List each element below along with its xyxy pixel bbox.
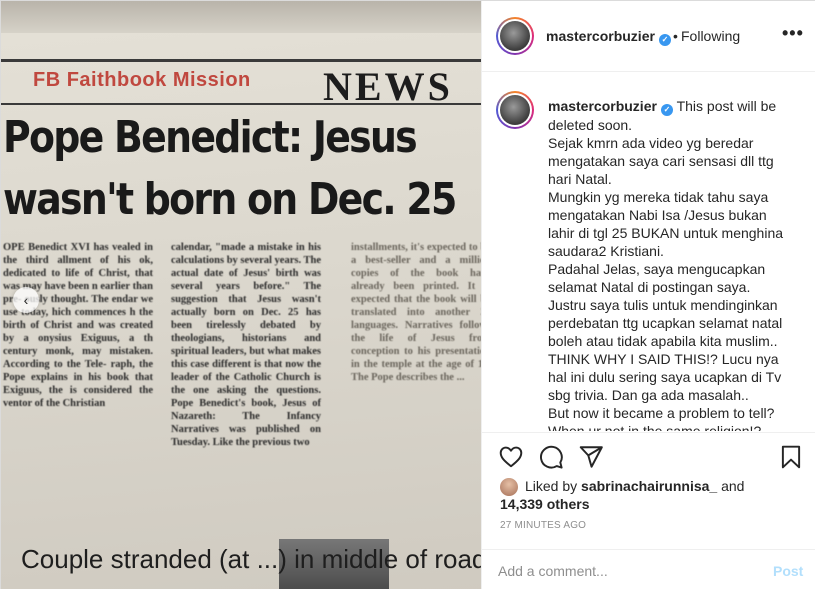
likes-count-link[interactable]: 14,339 others: [500, 495, 590, 513]
username-text[interactable]: mastercorbuzier: [546, 28, 655, 44]
caption-paragraph: But now it became a problem to tell?: [548, 405, 775, 421]
post-timestamp[interactable]: 27 MINUTES AGO: [500, 520, 586, 531]
post-caption: mastercorbuzier ✓ This post will be delet…: [548, 97, 788, 431]
avatar[interactable]: [496, 17, 534, 55]
bookmark-icon[interactable]: [778, 444, 804, 470]
caption-paragraph: Mungkin yg mereka tidak tahu saya mengat…: [548, 189, 784, 259]
post-comment-button[interactable]: Post: [773, 563, 803, 579]
caption-paragraph: Padahal Jelas, saya mengucapkan selamat …: [548, 261, 766, 295]
liker-avatar[interactable]: [500, 478, 518, 496]
post-image[interactable]: FB Faithbook Mission NEWS Pope Benedict:…: [1, 1, 482, 589]
carousel-prev-button[interactable]: ‹: [13, 287, 39, 313]
newspaper-columns: OPE Benedict XVI has vealed in the third…: [1, 241, 482, 541]
newspaper-masthead: NEWS: [323, 64, 453, 109]
following-button[interactable]: Following: [681, 28, 740, 44]
caption-paragraph: Justru saya tulis untuk mendinginkan per…: [548, 297, 783, 403]
paper-plane-icon[interactable]: [578, 444, 604, 470]
newspaper-caption: Couple stranded (at ...) in middle of ro…: [21, 544, 482, 574]
newspaper-column-2: calendar, "made a mistake in his calcula…: [171, 242, 321, 448]
more-options-icon[interactable]: •••: [782, 23, 804, 44]
newspaper-mission-label: FB Faithbook Mission: [33, 69, 251, 91]
newspaper-column-1: OPE Benedict XVI has vealed in the third…: [3, 242, 153, 409]
action-bar: [482, 432, 815, 478]
newspaper-headline: Pope Benedict: Jesus wasn't born on Dec.…: [3, 107, 481, 231]
instagram-post: FB Faithbook Mission NEWS Pope Benedict:…: [0, 0, 815, 589]
liker-username[interactable]: sabrinachairunnisa_: [581, 478, 717, 494]
header-username[interactable]: mastercorbuzier ✓: [546, 28, 671, 46]
verified-badge-icon: ✓: [658, 34, 671, 46]
likes-joiner: and: [721, 478, 745, 494]
caption-paragraph: When ur not in the same religion!?: [548, 423, 762, 431]
comment-icon[interactable]: [538, 444, 564, 470]
headline-line-1: Pope Benedict: Jesus: [3, 112, 418, 163]
chevron-left-icon: ‹: [23, 292, 29, 308]
comments-section[interactable]: mastercorbuzier ✓ This post will be delet…: [482, 73, 815, 431]
caption-avatar[interactable]: [496, 91, 534, 129]
newspaper-column-3: installments, it's expected to be a best…: [351, 242, 482, 383]
add-comment-bar: Post: [482, 549, 815, 589]
caption-username[interactable]: mastercorbuzier: [548, 98, 657, 114]
post-header: mastercorbuzier ✓ • Following •••: [482, 1, 815, 72]
verified-badge-icon: ✓: [660, 104, 673, 116]
post-side-panel: mastercorbuzier ✓ • Following ••• masterc…: [482, 1, 815, 589]
liked-by-label: Liked by: [525, 478, 578, 494]
caption-paragraph: Sejak kmrn ada video yg beredar mengatak…: [548, 135, 774, 187]
headline-line-2: wasn't born on Dec. 25: [3, 174, 457, 225]
comment-input[interactable]: [498, 560, 748, 582]
heart-icon[interactable]: [498, 444, 524, 470]
newspaper-top-edge: [1, 1, 481, 33]
separator-dot: •: [673, 28, 678, 44]
